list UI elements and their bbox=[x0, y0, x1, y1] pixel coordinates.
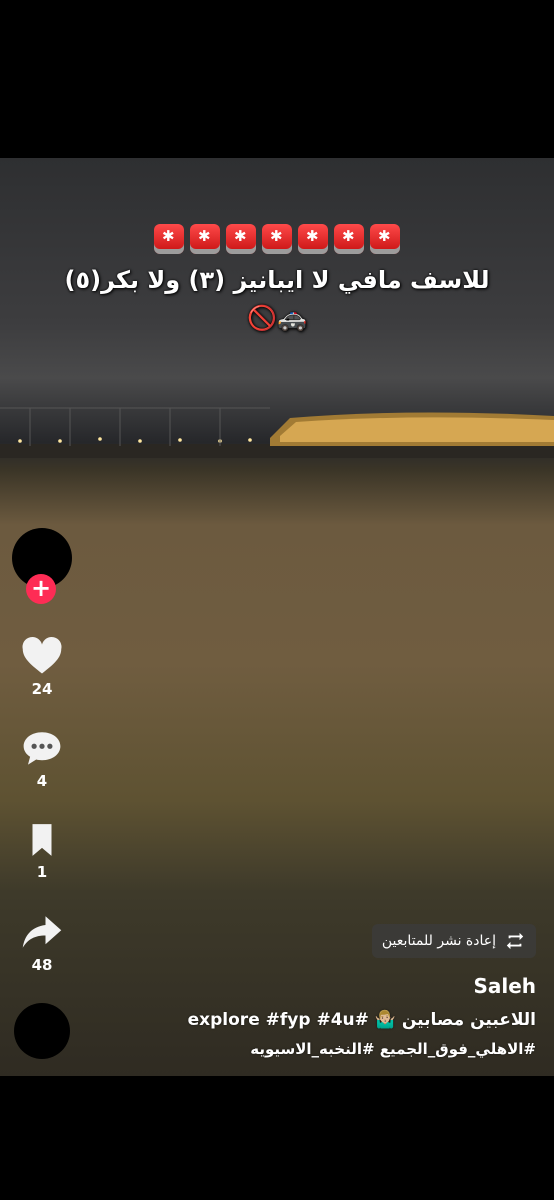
siren-icon bbox=[154, 223, 184, 254]
post-description: اللاعبين مصابين 🤷🏼‍♂️ #explore #fyp #4u bbox=[187, 1010, 536, 1030]
save-button[interactable]: 1 bbox=[0, 821, 84, 881]
comment-button[interactable]: 4 bbox=[0, 728, 84, 790]
stadium-background bbox=[0, 407, 554, 458]
repost-label: إعادة نشر للمتابعين bbox=[381, 933, 496, 949]
like-button[interactable]: 24 bbox=[0, 636, 84, 698]
comment-icon bbox=[23, 732, 61, 765]
siren-icon bbox=[370, 223, 400, 254]
siren-icon bbox=[298, 223, 328, 254]
post-hashtags[interactable]: #الاهلي_فوق_الجميع #النخبه_الاسيويه bbox=[16, 1040, 536, 1058]
video-caption-line-2: 🚫🚓 bbox=[247, 304, 307, 332]
siren-icon bbox=[262, 223, 292, 254]
follow-button[interactable]: + bbox=[26, 574, 56, 604]
post-username[interactable]: Saleh bbox=[473, 974, 536, 998]
comment-count: 4 bbox=[36, 772, 48, 790]
bookmark-icon bbox=[32, 824, 52, 856]
share-count: 48 bbox=[31, 956, 53, 974]
repost-to-followers-button[interactable]: إعادة نشر للمتابعين bbox=[371, 924, 536, 958]
save-count: 1 bbox=[36, 863, 48, 881]
repost-icon bbox=[506, 932, 524, 950]
video-caption-line-1: للاسف مافي لا ايبانيز (٣) ولا بكر(٥) bbox=[64, 266, 490, 294]
share-icon bbox=[22, 916, 62, 948]
siren-icon bbox=[334, 223, 364, 254]
siren-icon bbox=[190, 223, 220, 254]
heart-icon bbox=[22, 636, 62, 674]
like-count: 24 bbox=[31, 680, 53, 698]
siren-emoji-row bbox=[0, 220, 554, 255]
share-button[interactable]: 48 bbox=[0, 912, 84, 974]
siren-icon bbox=[226, 223, 256, 254]
